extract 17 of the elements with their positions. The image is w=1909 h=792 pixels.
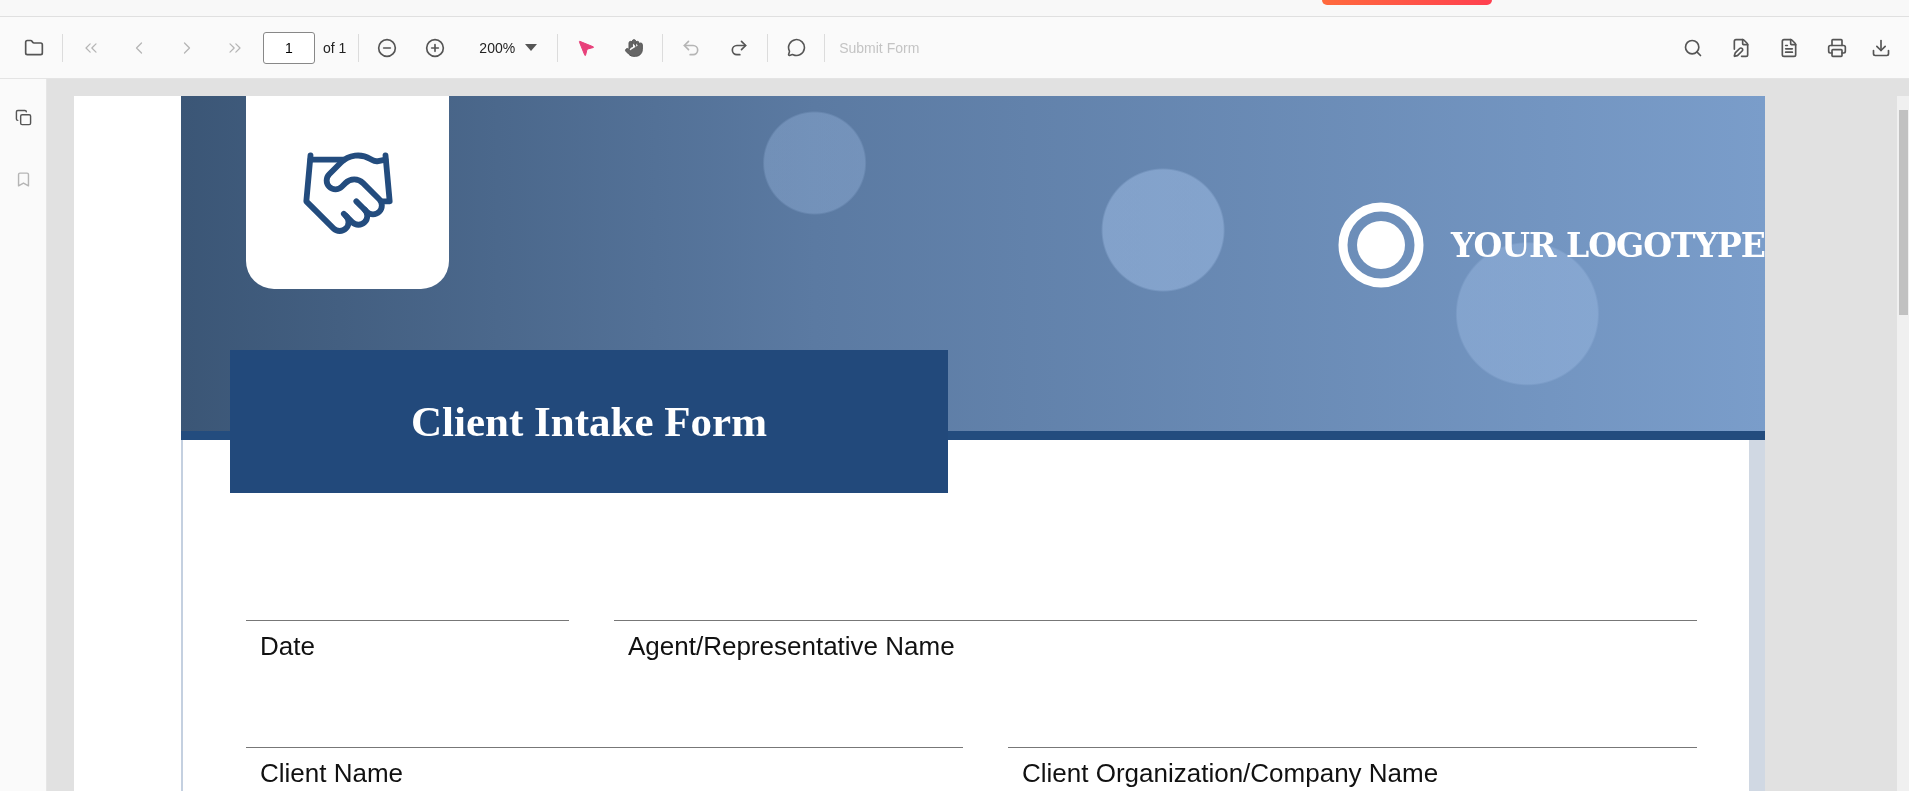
field-label: Client Name [260,758,404,788]
form-field[interactable]: Client Name [246,747,963,791]
field-label: Date [260,631,315,661]
page-number-field[interactable]: 1 [263,31,315,64]
field-label: Agent/Representative Name [628,631,955,661]
form-field[interactable]: Date [246,620,569,665]
form-field[interactable]: Agent/Representative Name [614,620,1697,665]
page-count: of 1 [323,39,347,56]
form-title: Client Intake Form [411,397,767,446]
scrollbar[interactable] [1897,96,1909,791]
field-label: Client Organization/Company Name [1022,758,1439,788]
form-field[interactable]: Client Organization/Company Name [1008,747,1697,791]
scrollbar-thumb[interactable] [1898,110,1908,315]
caret-icon [525,44,538,51]
ring-logo-icon [1337,201,1426,289]
zoom-dropdown[interactable]: 200% [459,27,554,68]
logotype: YOUR LOGOTYPE [1451,225,1765,265]
